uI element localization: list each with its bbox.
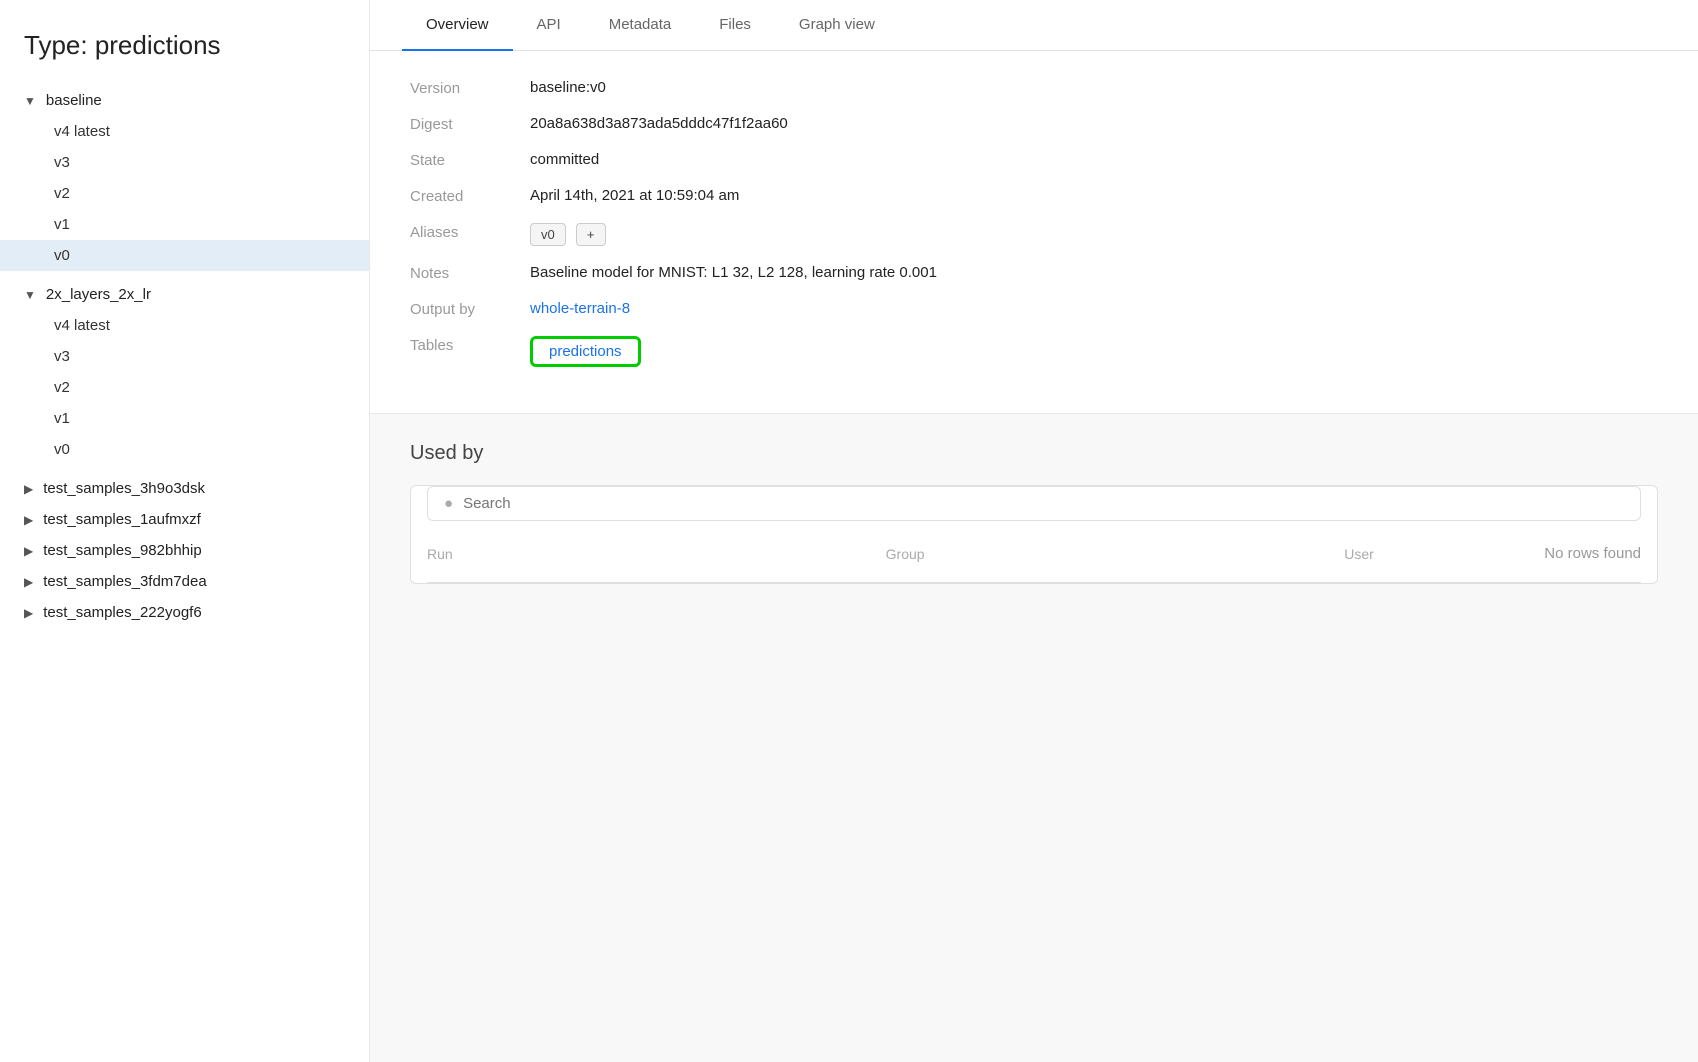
tab-files[interactable]: Files xyxy=(695,0,775,51)
sidebar-collapsed-label-3: test_samples_3fdm7dea xyxy=(43,573,206,590)
detail-value-tables: predictions xyxy=(530,336,1658,367)
table-header: Run Group User No rows found xyxy=(427,521,1641,583)
detail-label-version: Version xyxy=(410,79,530,97)
sidebar-collapsed-group-2[interactable]: ▶ test_samples_982bhhip xyxy=(0,535,369,566)
app-layout: Type: predictions ▼ baseline v4 latest v… xyxy=(0,0,1698,1062)
detail-value-aliases: v0 + xyxy=(530,223,1658,246)
search-input[interactable] xyxy=(463,495,1624,512)
alias-plus-button[interactable]: + xyxy=(576,223,606,246)
sidebar-item-baseline-v2[interactable]: v2 xyxy=(0,178,369,209)
sidebar-item-2xlayers-v1[interactable]: v1 xyxy=(0,403,369,434)
sidebar-group-label-baseline: baseline xyxy=(46,92,102,109)
detail-value-created: April 14th, 2021 at 10:59:04 am xyxy=(530,187,1658,204)
detail-label-notes: Notes xyxy=(410,264,530,282)
tab-graph-view[interactable]: Graph view xyxy=(775,0,899,51)
detail-label-output-by: Output by xyxy=(410,300,530,318)
sidebar-item-baseline-v1[interactable]: v1 xyxy=(0,209,369,240)
detail-value-digest: 20a8a638d3a873ada5dddc47f1f2aa60 xyxy=(530,115,1658,132)
sidebar: Type: predictions ▼ baseline v4 latest v… xyxy=(0,0,370,1062)
chevron-right-icon: ▶ xyxy=(24,513,33,527)
used-by-table: ● Run Group User No rows found xyxy=(410,485,1658,584)
detail-label-aliases: Aliases xyxy=(410,223,530,241)
sidebar-collapsed-label-4: test_samples_222yogf6 xyxy=(43,604,201,621)
sidebar-collapsed-group-0[interactable]: ▶ test_samples_3h9o3dsk xyxy=(0,473,369,504)
table-col-run: Run xyxy=(427,546,886,562)
tab-api[interactable]: API xyxy=(513,0,585,51)
tab-overview[interactable]: Overview xyxy=(402,0,513,51)
sidebar-collapsed-group-4[interactable]: ▶ test_samples_222yogf6 xyxy=(0,597,369,628)
detail-label-state: State xyxy=(410,151,530,169)
used-by-section: Used by ● Run Group User No rows found xyxy=(370,414,1698,1062)
search-icon: ● xyxy=(444,495,453,512)
sidebar-title: Type: predictions xyxy=(0,20,369,85)
sidebar-group-header-baseline[interactable]: ▼ baseline xyxy=(0,85,369,116)
search-box: ● xyxy=(427,486,1641,521)
table-col-user: User xyxy=(1344,546,1544,562)
main-content: Overview API Metadata Files Graph view V… xyxy=(370,0,1698,1062)
detail-row-output-by: Output by whole-terrain-8 xyxy=(410,300,1658,318)
chevron-right-icon: ▶ xyxy=(24,482,33,496)
sidebar-group-baseline: ▼ baseline v4 latest v3 v2 v1 v0 xyxy=(0,85,369,271)
chevron-right-icon: ▶ xyxy=(24,606,33,620)
tables-link-predictions[interactable]: predictions xyxy=(549,343,622,360)
detail-value-notes: Baseline model for MNIST: L1 32, L2 128,… xyxy=(530,264,1658,281)
sidebar-item-2xlayers-v2[interactable]: v2 xyxy=(0,372,369,403)
detail-label-created: Created xyxy=(410,187,530,205)
tabs-bar: Overview API Metadata Files Graph view xyxy=(370,0,1698,51)
no-rows-message: No rows found xyxy=(1544,531,1641,576)
sidebar-collapsed-label-2: test_samples_982bhhip xyxy=(43,542,201,559)
sidebar-collapsed-group-1[interactable]: ▶ test_samples_1aufmxzf xyxy=(0,504,369,535)
sidebar-collapsed-label-1: test_samples_1aufmxzf xyxy=(43,511,201,528)
detail-row-tables: Tables predictions xyxy=(410,336,1658,367)
sidebar-item-2xlayers-v3[interactable]: v3 xyxy=(0,341,369,372)
sidebar-collapsed-label-0: test_samples_3h9o3dsk xyxy=(43,480,205,497)
detail-row-created: Created April 14th, 2021 at 10:59:04 am xyxy=(410,187,1658,205)
chevron-right-icon: ▶ xyxy=(24,544,33,558)
sidebar-group-label-2xlayers: 2x_layers_2x_lr xyxy=(46,286,151,303)
chevron-down-icon: ▼ xyxy=(24,94,36,108)
sidebar-item-2xlayers-v0[interactable]: v0 xyxy=(0,434,369,465)
detail-label-digest: Digest xyxy=(410,115,530,133)
sidebar-collapsed-group-3[interactable]: ▶ test_samples_3fdm7dea xyxy=(0,566,369,597)
sidebar-item-baseline-v3[interactable]: v3 xyxy=(0,147,369,178)
detail-row-notes: Notes Baseline model for MNIST: L1 32, L… xyxy=(410,264,1658,282)
detail-row-version: Version baseline:v0 xyxy=(410,79,1658,97)
detail-label-tables: Tables xyxy=(410,336,530,354)
sidebar-group-2xlayers: ▼ 2x_layers_2x_lr v4 latest v3 v2 v1 v0 xyxy=(0,279,369,465)
tab-metadata[interactable]: Metadata xyxy=(585,0,696,51)
overview-section: Version baseline:v0 Digest 20a8a638d3a87… xyxy=(370,51,1698,414)
detail-value-version: baseline:v0 xyxy=(530,79,1658,96)
alias-badge-v0: v0 xyxy=(530,223,566,246)
sidebar-group-header-2xlayers[interactable]: ▼ 2x_layers_2x_lr xyxy=(0,279,369,310)
chevron-right-icon: ▶ xyxy=(24,575,33,589)
tables-link-highlighted: predictions xyxy=(530,336,641,367)
sidebar-item-baseline-v4latest[interactable]: v4 latest xyxy=(0,116,369,147)
table-col-group: Group xyxy=(886,546,1345,562)
sidebar-item-baseline-v0[interactable]: v0 xyxy=(0,240,369,271)
detail-value-output-by[interactable]: whole-terrain-8 xyxy=(530,300,1658,317)
detail-row-digest: Digest 20a8a638d3a873ada5dddc47f1f2aa60 xyxy=(410,115,1658,133)
chevron-down-icon: ▼ xyxy=(24,288,36,302)
detail-row-state: State committed xyxy=(410,151,1658,169)
detail-row-aliases: Aliases v0 + xyxy=(410,223,1658,246)
sidebar-item-2xlayers-v4latest[interactable]: v4 latest xyxy=(0,310,369,341)
used-by-title: Used by xyxy=(410,442,1658,465)
detail-value-state: committed xyxy=(530,151,1658,168)
